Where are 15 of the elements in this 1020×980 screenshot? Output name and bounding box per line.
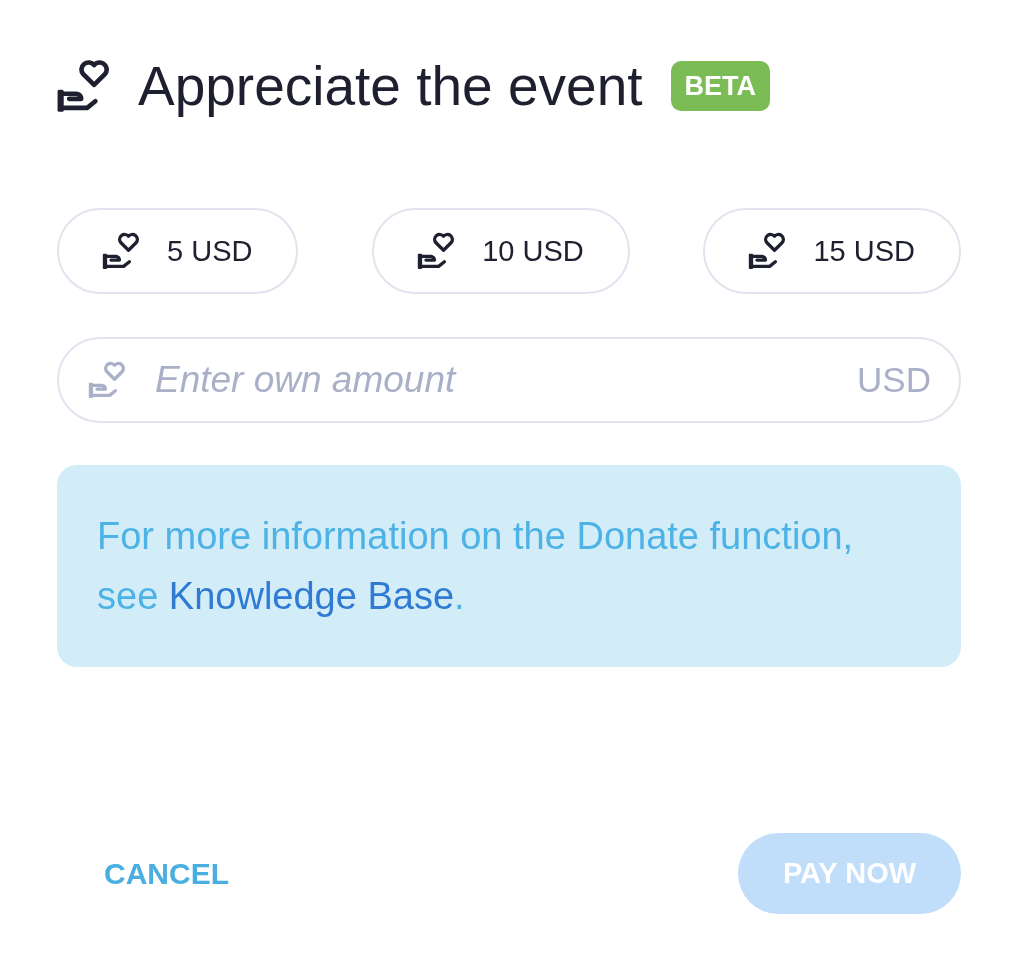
cancel-button[interactable]: CANCEL xyxy=(104,856,229,891)
currency-label: USD xyxy=(857,360,931,400)
hand-heart-icon xyxy=(55,59,109,113)
amount-option[interactable]: 5 USD xyxy=(57,208,299,294)
hand-heart-icon xyxy=(101,232,139,270)
hand-heart-icon xyxy=(87,361,125,399)
amount-option[interactable]: 10 USD xyxy=(372,208,630,294)
knowledge-base-link[interactable]: Knowledge Base xyxy=(168,575,455,617)
beta-badge: BETA xyxy=(670,61,770,111)
hand-heart-icon xyxy=(747,232,786,270)
amount-option[interactable]: 15 USD xyxy=(703,208,961,294)
amount-field[interactable]: Enter own amount USD xyxy=(57,337,961,423)
amount-input[interactable]: Enter own amount xyxy=(155,359,858,401)
hand-heart-icon xyxy=(416,232,455,270)
info-text: For more information on the Donate function, see Knowledge Base. xyxy=(97,514,855,619)
